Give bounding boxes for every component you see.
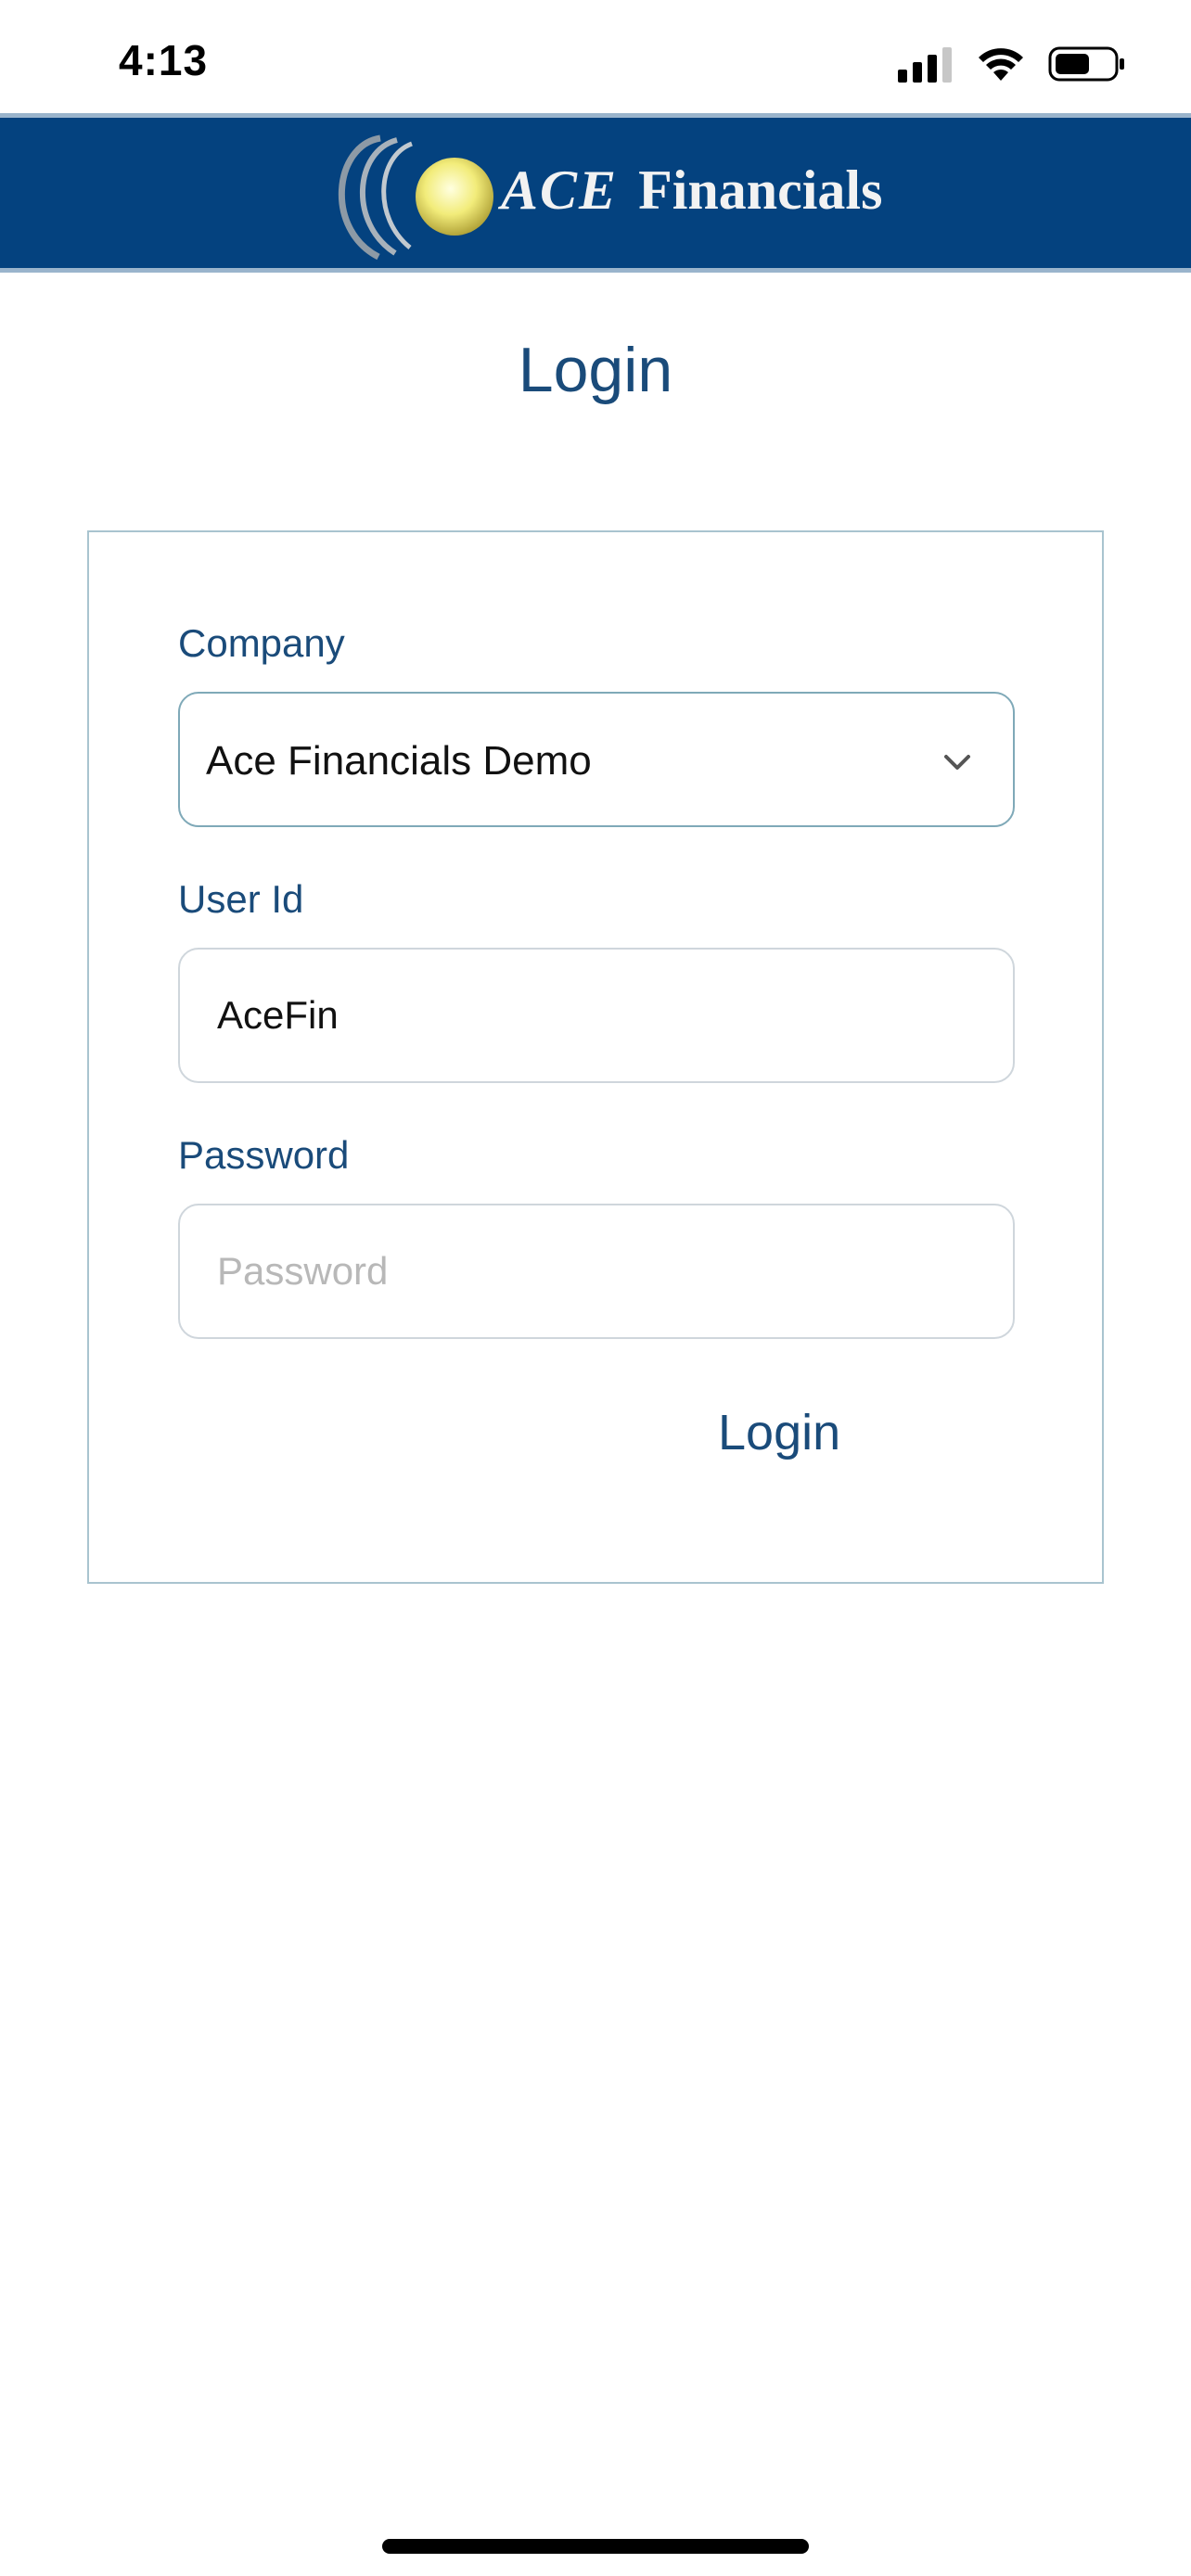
chevron-down-icon <box>944 755 970 770</box>
ace-financials-logo-icon <box>338 134 493 261</box>
wifi-icon <box>979 48 1023 81</box>
user-id-label: User Id <box>178 877 304 921</box>
brand-name-ace: ACE <box>501 159 619 221</box>
brand-name: ACE Financials <box>501 159 882 223</box>
password-field-wrapper <box>178 1204 1015 1339</box>
status-bar: 4:13 <box>0 0 1191 115</box>
user-id-input[interactable] <box>180 950 1013 1081</box>
user-id-field-wrapper <box>178 948 1015 1083</box>
company-selected-value: Ace Financials Demo <box>206 738 592 784</box>
brand-header: ACE Financials <box>0 113 1191 273</box>
password-label: Password <box>178 1133 350 1177</box>
company-select[interactable]: Ace Financials Demo <box>178 692 1015 827</box>
brand-name-financials: Financials <box>638 159 883 221</box>
company-label: Company <box>178 621 345 665</box>
status-time: 4:13 <box>119 36 209 84</box>
home-indicator[interactable] <box>382 2539 809 2554</box>
login-card: Company Ace Financials Demo User Id Pass… <box>87 530 1104 1584</box>
page-title: Login <box>518 335 673 405</box>
login-button[interactable]: Login <box>718 1404 840 1461</box>
battery-icon <box>1048 46 1124 82</box>
signal-icon <box>898 47 952 83</box>
password-input[interactable] <box>180 1205 1013 1337</box>
status-icons <box>898 41 1126 87</box>
